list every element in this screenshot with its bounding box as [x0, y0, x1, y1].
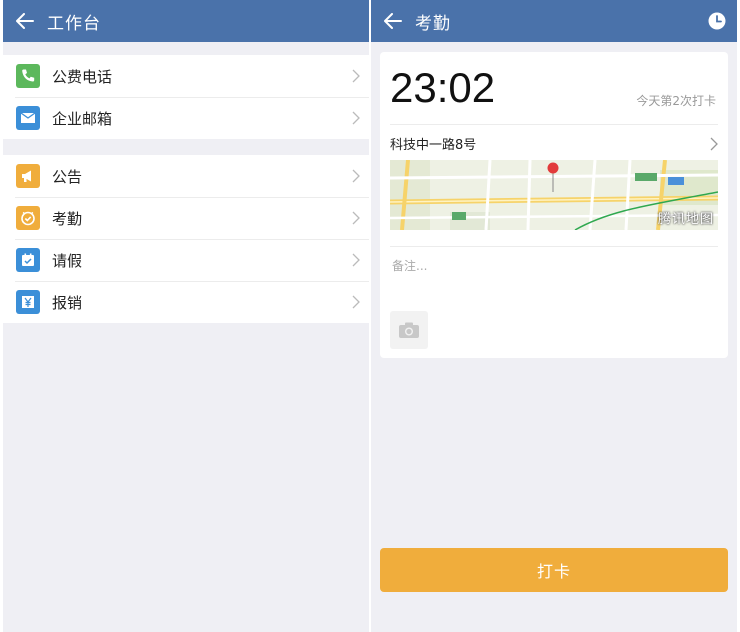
divider [390, 124, 718, 125]
back-button[interactable] [371, 0, 415, 42]
clock-icon[interactable] [707, 11, 727, 31]
menu-group-contact: 公费电话 企业邮箱 [3, 55, 369, 139]
camera-icon [399, 322, 419, 338]
menu-item-label: 公费电话 [52, 67, 113, 86]
menu-item-label: 企业邮箱 [52, 109, 113, 128]
menu-item-leave-request[interactable]: 请假 [3, 239, 369, 281]
yen-icon [16, 290, 40, 314]
current-time: 23:02 [390, 64, 496, 111]
divider [390, 246, 718, 247]
chevron-right-icon[interactable] [710, 137, 718, 151]
chevron-right-icon [352, 211, 360, 225]
workbench-topbar: 工作台 [3, 0, 369, 42]
check-in-card: 23:02 今天第2次打卡 科技中一路8号 腾讯地图 备注... [380, 52, 728, 358]
mail-icon [16, 106, 40, 130]
megaphone-icon [16, 164, 40, 188]
chevron-right-icon [352, 69, 360, 83]
menu-item-label: 公告 [52, 167, 83, 186]
chevron-right-icon [352, 169, 360, 183]
menu-item-attendance[interactable]: 考勤 [3, 197, 369, 239]
attendance-screen: 考勤 23:02 今天第2次打卡 科技中一路8号 腾讯地图 备注... 打卡 [371, 0, 737, 632]
location-map[interactable]: 腾讯地图 [390, 160, 718, 230]
back-button[interactable] [3, 0, 47, 42]
location-address[interactable]: 科技中一路8号 [390, 134, 476, 153]
workbench-screen: 工作台 公费电话 企业邮箱 公告 考勤 请假 报销 [3, 0, 369, 632]
phone-icon [16, 64, 40, 88]
attendance-topbar: 考勤 [371, 0, 737, 42]
page-title: 工作台 [47, 13, 101, 34]
menu-item-public-phone[interactable]: 公费电话 [3, 55, 369, 97]
add-photo-button[interactable] [390, 311, 428, 349]
arrow-left-icon [384, 13, 402, 29]
attendance-icon [16, 206, 40, 230]
menu-item-label: 请假 [52, 251, 83, 270]
chevron-right-icon [352, 111, 360, 125]
menu-item-announcement[interactable]: 公告 [3, 155, 369, 197]
menu-item-label: 考勤 [52, 209, 83, 228]
punch-in-button[interactable]: 打卡 [380, 548, 728, 592]
arrow-left-icon [16, 13, 34, 29]
page-title: 考勤 [415, 13, 451, 34]
menu-item-corporate-mail[interactable]: 企业邮箱 [3, 97, 369, 139]
calendar-check-icon [16, 248, 40, 272]
menu-item-reimbursement[interactable]: 报销 [3, 281, 369, 323]
chevron-right-icon [352, 253, 360, 267]
check-in-count: 今天第2次打卡 [636, 94, 716, 108]
menu-item-label: 报销 [52, 293, 83, 312]
map-brand-logo: 腾讯地图 [657, 212, 714, 227]
menu-group-office: 公告 考勤 请假 报销 [3, 155, 369, 323]
chevron-right-icon [352, 295, 360, 309]
remark-input[interactable]: 备注... [392, 257, 427, 274]
